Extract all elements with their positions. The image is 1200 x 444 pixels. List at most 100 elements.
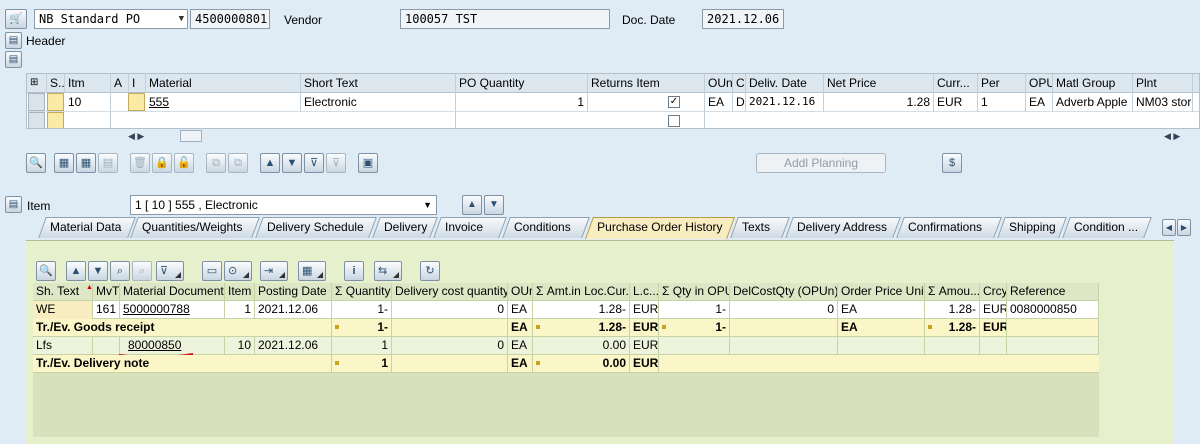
col-item[interactable]: Item bbox=[225, 283, 255, 301]
col-sh-text[interactable]: Sh. Text bbox=[33, 283, 93, 301]
cell-amt-loc-cur[interactable]: 0.00 bbox=[533, 337, 630, 355]
tab-delivery[interactable]: Delivery bbox=[372, 217, 438, 238]
cell-opu[interactable]: EA bbox=[1026, 93, 1053, 112]
horizontal-scrollbar[interactable] bbox=[180, 130, 202, 142]
layout-dropdown-icon[interactable]: ▦ bbox=[298, 261, 326, 281]
col-opu[interactable]: OPU bbox=[1026, 74, 1053, 93]
cell-crcy[interactable]: EUR bbox=[980, 301, 1007, 319]
col-quantity[interactable]: Σ Quantity bbox=[332, 283, 392, 301]
cell-returns-item[interactable]: ✓ bbox=[588, 93, 705, 112]
tab-delivery-address[interactable]: Delivery Address bbox=[785, 217, 901, 238]
cell-amount[interactable] bbox=[925, 337, 980, 355]
filter-off-icon[interactable]: ⊽ bbox=[326, 153, 346, 173]
collapse-item-icon[interactable]: ▤ bbox=[5, 196, 22, 213]
vendor-field[interactable]: 100057 TST bbox=[400, 9, 610, 29]
col-deliv-date[interactable]: Deliv. Date bbox=[746, 74, 824, 93]
tab-scroll-left-icon[interactable]: ◀ bbox=[1162, 219, 1176, 236]
print-preview-icon[interactable]: ▭ bbox=[202, 261, 222, 281]
cell-returns-item[interactable] bbox=[588, 112, 705, 128]
header-toggle-label[interactable]: Header bbox=[26, 33, 65, 49]
settings-dropdown-icon[interactable]: ⇆ bbox=[374, 261, 402, 281]
col-material-document[interactable]: Material Document bbox=[120, 283, 225, 301]
col-delivery-cost-quantity[interactable]: Delivery cost quantity bbox=[392, 283, 508, 301]
cell-delivery-cost-quantity[interactable]: 0 bbox=[392, 337, 508, 355]
sort-descending-icon[interactable]: ▼ bbox=[88, 261, 108, 281]
col-returns-item[interactable]: Returns Item bbox=[588, 74, 705, 93]
cell-deliv-date[interactable]: 2021.12.16 bbox=[746, 93, 824, 112]
tab-material-data[interactable]: Material Data bbox=[38, 217, 136, 238]
find-icon[interactable]: ⌕ bbox=[110, 261, 130, 281]
tab-invoice[interactable]: Invoice bbox=[433, 217, 507, 238]
col-oun[interactable]: OUn bbox=[705, 74, 733, 93]
doc-type-select[interactable]: NB Standard PO ▼ bbox=[34, 9, 188, 29]
refresh-icon[interactable]: ↻ bbox=[420, 261, 440, 281]
details-icon[interactable]: 🔍 bbox=[26, 153, 46, 173]
cell-order-price-unit[interactable]: EA bbox=[838, 301, 925, 319]
col-i[interactable]: I bbox=[129, 74, 146, 93]
tab-purchase-order-history[interactable]: Purchase Order History bbox=[584, 217, 736, 239]
cell-delivery-cost-quantity[interactable]: 0 bbox=[392, 301, 508, 319]
sort-descending-icon[interactable]: ▼ bbox=[282, 153, 302, 173]
table-row[interactable]: WE 161 5000000788 1 2021.12.06 1- 0 EA 1… bbox=[33, 301, 1099, 319]
col-delcostqty-opun[interactable]: DelCostQty (OPUn) bbox=[730, 283, 838, 301]
row-item-cat-cell[interactable] bbox=[128, 93, 145, 111]
tab-shipping[interactable]: Shipping bbox=[997, 217, 1067, 238]
item-selector-dropdown[interactable]: 1 [ 10 ] 555 , Electronic ▼ bbox=[130, 195, 437, 215]
cell-oun[interactable]: EA bbox=[508, 337, 533, 355]
lock-icon[interactable]: 🔒 bbox=[152, 153, 172, 173]
col-a[interactable]: A bbox=[111, 74, 129, 93]
cell-currency[interactable]: EUR bbox=[934, 93, 978, 112]
cell-per[interactable]: 1 bbox=[978, 93, 1026, 112]
cell-amount[interactable]: 1.28- bbox=[925, 301, 980, 319]
currency-icon[interactable]: $ bbox=[942, 153, 962, 173]
col-po-quantity[interactable]: PO Quantity bbox=[456, 74, 588, 93]
previous-item-button[interactable]: ▲ bbox=[462, 195, 482, 215]
tab-conditions[interactable]: Conditions bbox=[502, 217, 590, 238]
col-amt-loc-cur[interactable]: Σ Amt.in Loc.Cur. bbox=[533, 283, 630, 301]
cell-loc-cur[interactable]: EUR bbox=[630, 337, 659, 355]
copy-icon[interactable]: ⧉ bbox=[206, 153, 226, 173]
cell-posting-date[interactable]: 2021.12.06 bbox=[255, 301, 332, 319]
cell-posting-date[interactable]: 2021.12.06 bbox=[255, 337, 332, 355]
cell-sh-text[interactable]: Lfs bbox=[33, 337, 93, 355]
cell-sh-text[interactable]: WE bbox=[33, 301, 93, 319]
table-row[interactable]: 10 555 Electronic 1 ✓ EA D 2021.12.16 1.… bbox=[27, 93, 1199, 112]
subtotal-row[interactable]: Tr./Ev. Goods receipt 1- EA 1.28- EUR 1-… bbox=[33, 319, 1099, 337]
po-number-field[interactable]: 4500000801 bbox=[190, 9, 270, 29]
cell-order-price-unit[interactable] bbox=[838, 337, 925, 355]
cell-short-text[interactable] bbox=[301, 112, 456, 128]
cell-qty-opun[interactable] bbox=[659, 337, 730, 355]
cell-po-quantity[interactable]: 1 bbox=[456, 93, 588, 112]
item-overview-toggle-icon[interactable]: ▤ bbox=[5, 51, 22, 68]
unlock-icon[interactable]: 🔓 bbox=[174, 153, 194, 173]
delete-icon[interactable]: 🗑 bbox=[130, 153, 150, 173]
col-itm[interactable]: Itm bbox=[65, 74, 111, 93]
deselect-all-icon[interactable]: ▤ bbox=[98, 153, 118, 173]
cell-itm[interactable]: 10 bbox=[65, 93, 111, 112]
cell-matl-group[interactable]: Adverb Apple bbox=[1053, 93, 1133, 112]
cell-item[interactable]: 1 bbox=[225, 301, 255, 319]
col-order-price-unit[interactable]: Order Price Unit bbox=[838, 283, 925, 301]
col-short-text[interactable]: Short Text bbox=[301, 74, 456, 93]
returns-item-checkbox[interactable] bbox=[668, 115, 680, 127]
col-reference[interactable]: Reference bbox=[1007, 283, 1099, 301]
col-posting-date[interactable]: Posting Date bbox=[255, 283, 332, 301]
col-loc-cur[interactable]: L.c... bbox=[630, 283, 659, 301]
info-icon[interactable]: i bbox=[344, 261, 364, 281]
col-plnt[interactable]: Plnt bbox=[1133, 74, 1193, 93]
cell-delcostqty-opun[interactable] bbox=[730, 337, 838, 355]
cell-mvt[interactable] bbox=[93, 337, 120, 355]
tab-condition-control[interactable]: Condition ... bbox=[1062, 217, 1152, 238]
addl-planning-button[interactable]: Addl Planning bbox=[756, 153, 886, 173]
cell-quantity[interactable]: 1 bbox=[332, 337, 392, 355]
cell-oun[interactable]: EA bbox=[508, 301, 533, 319]
doc-date-field[interactable]: 2021.12.06 bbox=[702, 9, 784, 29]
filter-icon[interactable]: ⊽ bbox=[304, 153, 324, 173]
col-oun[interactable]: OUn bbox=[508, 283, 533, 301]
cell-loc-cur[interactable]: EUR bbox=[630, 301, 659, 319]
returns-item-checkbox[interactable]: ✓ bbox=[668, 96, 680, 108]
cell-quantity[interactable]: 1- bbox=[332, 301, 392, 319]
col-qty-opun[interactable]: Σ Qty in OPUn bbox=[659, 283, 730, 301]
paste-icon[interactable]: ⧉ bbox=[228, 153, 248, 173]
cell-mvt[interactable]: 161 bbox=[93, 301, 120, 319]
